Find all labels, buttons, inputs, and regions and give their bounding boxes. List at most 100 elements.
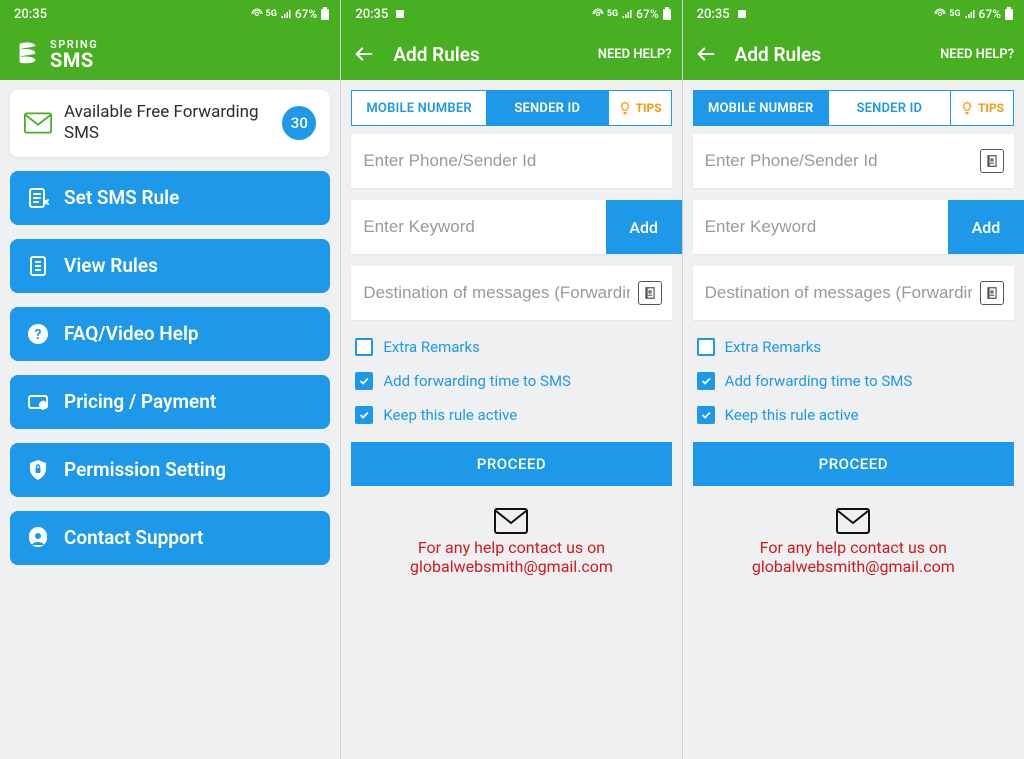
permission-button[interactable]: Permission Setting (10, 443, 330, 497)
page-title: Add Rules (393, 43, 579, 66)
tips-button[interactable]: TIPS (609, 91, 671, 125)
brand-header: SPRING SMS (0, 28, 340, 80)
screenshot-icon (394, 8, 406, 20)
status-bar: 20:35 5G 67% (683, 0, 1024, 28)
screen-add-rules-mobile: 20:35 5G 67% Add Rules NEED HELP? MOBILE… (341, 0, 682, 759)
status-right: 5G 67% (934, 7, 1014, 21)
extra-remarks-checkbox[interactable]: Extra Remarks (697, 338, 1010, 356)
free-sms-card[interactable]: Available Free Forwarding SMS 30 (10, 90, 330, 157)
destination-input[interactable] (363, 283, 629, 303)
help-contact-block: For any help contact us on globalwebsmit… (693, 498, 1014, 576)
svg-text:?: ? (35, 327, 42, 343)
status-right: 5G 67% (592, 7, 672, 21)
battery-icon (1004, 7, 1014, 21)
page-title: Add Rules (735, 43, 922, 66)
keep-active-checkbox[interactable]: Keep this rule active (697, 406, 1010, 424)
keyword-field[interactable]: Add (693, 200, 1014, 254)
help-line-2: globalwebsmith@gmail.com (703, 557, 1004, 576)
destination-input[interactable] (705, 283, 972, 303)
menu-label: Contact Support (64, 526, 203, 549)
phone-sender-field[interactable] (693, 134, 1014, 188)
screen-add-rules-sender: 20:35 5G 67% Add Rules NEED HELP? MOBILE… (683, 0, 1024, 759)
need-help-link[interactable]: NEED HELP? (598, 47, 672, 62)
status-right: 5G 67% (251, 7, 331, 21)
add-keyword-button[interactable]: Add (948, 200, 1024, 254)
add-time-checkbox[interactable]: Add forwarding time to SMS (355, 372, 667, 390)
menu-label: View Rules (64, 254, 158, 277)
set-sms-rule-button[interactable]: Set SMS Rule (10, 171, 330, 225)
brand-text: SPRING SMS (50, 39, 98, 70)
hotspot-icon (934, 8, 946, 20)
back-icon[interactable] (353, 43, 375, 65)
hotspot-icon (592, 8, 604, 20)
hotspot-icon (251, 8, 263, 20)
help-icon: ? (26, 322, 50, 346)
tab-bar: MOBILE NUMBER SENDER ID TIPS (351, 90, 671, 126)
keep-active-checkbox[interactable]: Keep this rule active (355, 406, 667, 424)
help-line-2: globalwebsmith@gmail.com (361, 557, 661, 576)
tab-sender-id[interactable]: SENDER ID (487, 91, 609, 125)
tab-sender-id[interactable]: SENDER ID (829, 91, 951, 125)
status-time: 20:35 (697, 7, 730, 22)
menu-label: Pricing / Payment (64, 390, 216, 413)
destination-field[interactable] (693, 266, 1014, 320)
destination-field[interactable] (351, 266, 671, 320)
shield-icon (26, 458, 50, 482)
phone-sender-input[interactable] (363, 151, 661, 171)
contacts-icon[interactable] (980, 281, 1004, 305)
bulb-icon (960, 101, 974, 115)
tab-bar: MOBILE NUMBER SENDER ID TIPS (693, 90, 1014, 126)
help-line-1: For any help contact us on (703, 538, 1004, 557)
help-contact-block: For any help contact us on globalwebsmit… (351, 498, 671, 576)
proceed-button[interactable]: PROCEED (693, 442, 1014, 486)
keyword-input[interactable] (705, 217, 940, 237)
faq-help-button[interactable]: ? FAQ/Video Help (10, 307, 330, 361)
mail-icon (494, 508, 528, 534)
screenshot-icon (736, 8, 748, 20)
free-sms-count: 30 (282, 106, 316, 140)
contacts-icon[interactable] (980, 149, 1004, 173)
bulb-icon (618, 101, 632, 115)
phone-sender-input[interactable] (705, 151, 972, 171)
add-keyword-button[interactable]: Add (606, 200, 682, 254)
signal-icon (964, 8, 976, 20)
battery-icon (320, 7, 330, 21)
svg-text:$: $ (41, 402, 45, 410)
free-sms-label: Available Free Forwarding SMS (64, 102, 270, 145)
signal-icon (280, 8, 292, 20)
mail-icon (836, 508, 870, 534)
status-time: 20:35 (14, 7, 47, 22)
brand-logo-icon (14, 40, 42, 68)
menu-label: Set SMS Rule (64, 186, 179, 209)
extra-remarks-checkbox[interactable]: Extra Remarks (355, 338, 667, 356)
need-help-link[interactable]: NEED HELP? (940, 47, 1014, 62)
tab-mobile-number[interactable]: MOBILE NUMBER (352, 91, 487, 125)
status-bar: 20:35 5G 67% (0, 0, 340, 28)
support-icon (26, 526, 50, 550)
contacts-icon[interactable] (638, 281, 662, 305)
app-bar: Add Rules NEED HELP? (683, 28, 1024, 80)
menu-label: Permission Setting (64, 458, 226, 481)
pricing-button[interactable]: $ Pricing / Payment (10, 375, 330, 429)
tab-mobile-number[interactable]: MOBILE NUMBER (694, 91, 829, 125)
contact-support-button[interactable]: Contact Support (10, 511, 330, 565)
menu-label: FAQ/Video Help (64, 322, 199, 345)
app-bar: Add Rules NEED HELP? (341, 28, 681, 80)
signal-icon (621, 8, 633, 20)
tips-button[interactable]: TIPS (951, 91, 1013, 125)
status-time: 20:35 (355, 7, 388, 22)
keyword-input[interactable] (363, 217, 597, 237)
view-rules-button[interactable]: View Rules (10, 239, 330, 293)
payment-icon: $ (26, 390, 50, 414)
mail-icon (24, 112, 52, 134)
keyword-field[interactable]: Add (351, 200, 671, 254)
add-time-checkbox[interactable]: Add forwarding time to SMS (697, 372, 1010, 390)
list-icon (26, 254, 50, 278)
rule-icon (26, 186, 50, 210)
help-line-1: For any help contact us on (361, 538, 661, 557)
phone-sender-field[interactable] (351, 134, 671, 188)
proceed-button[interactable]: PROCEED (351, 442, 671, 486)
screen-home: 20:35 5G 67% SPRING SMS (0, 0, 341, 759)
status-bar: 20:35 5G 67% (341, 0, 681, 28)
back-icon[interactable] (695, 43, 717, 65)
